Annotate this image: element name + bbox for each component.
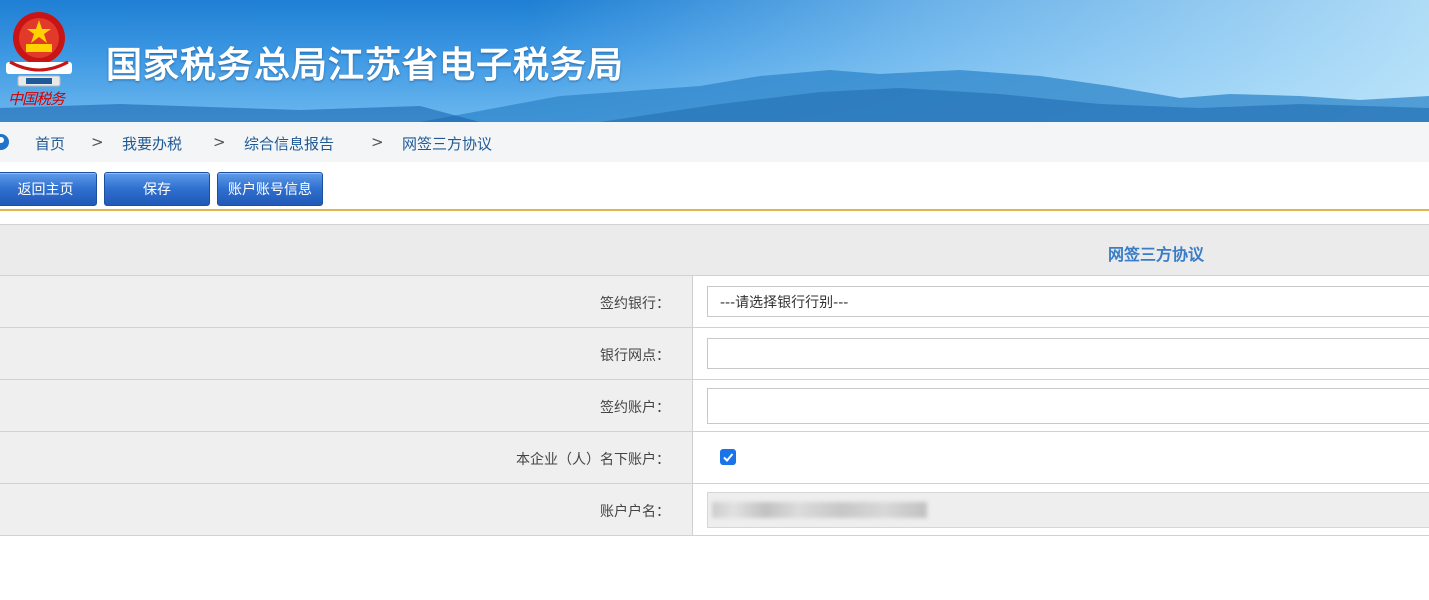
- breadcrumb-tax-tasks[interactable]: 我要办税: [122, 133, 182, 154]
- account-info-button[interactable]: 账户账号信息: [217, 172, 323, 206]
- home-location-icon: [0, 134, 9, 150]
- breadcrumb-separator: >: [371, 133, 384, 151]
- emblem-subtext: 中国税务: [8, 90, 65, 108]
- bank-select[interactable]: ---请选择银行行别---: [707, 286, 1429, 317]
- checkmark-icon: [723, 453, 734, 462]
- account-input[interactable]: [707, 388, 1429, 424]
- branch-input[interactable]: [707, 338, 1429, 369]
- label-cell: 本企业（人）名下账户：: [0, 432, 693, 483]
- return-home-button[interactable]: 返回主页: [0, 172, 97, 206]
- label-cell: 签约银行：: [0, 276, 693, 327]
- value-cell: [694, 380, 1429, 431]
- toolbar-divider: [0, 209, 1429, 211]
- branch-label: 银行网点：: [600, 348, 670, 364]
- save-button[interactable]: 保存: [104, 172, 210, 206]
- toolbar: 返回主页 保存 账户账号信息: [0, 162, 1429, 210]
- site-title: 国家税务总局江苏省电子税务局: [106, 45, 625, 86]
- form-title: 网签三方协议: [1108, 245, 1205, 264]
- breadcrumb: 首页 > 我要办税 > 综合信息报告 > 网签三方协议: [0, 122, 1429, 162]
- bank-label: 签约银行：: [600, 296, 670, 312]
- breadcrumb-home[interactable]: 首页: [35, 133, 65, 154]
- header-banner: 中国税务 国家税务总局江苏省电子税务局: [0, 0, 1429, 122]
- value-cell: [694, 484, 1429, 535]
- value-cell: [694, 328, 1429, 379]
- account-label: 签约账户：: [600, 400, 670, 416]
- redacted-account-name: [712, 502, 927, 518]
- breadcrumb-separator: >: [91, 133, 104, 151]
- label-cell: 银行网点：: [0, 328, 693, 379]
- form-header-row: 网签三方协议: [0, 224, 1429, 276]
- breadcrumb-info-report[interactable]: 综合信息报告: [244, 133, 334, 154]
- breadcrumb-current: 网签三方协议: [402, 135, 493, 153]
- own-account-checkbox[interactable]: [720, 449, 736, 465]
- account-name-label: 账户户名：: [600, 504, 670, 520]
- label-cell: 账户户名：: [0, 484, 693, 535]
- breadcrumb-separator: >: [213, 133, 226, 151]
- form-row-own-account: 本企业（人）名下账户：: [0, 432, 1429, 484]
- value-cell: [694, 432, 1429, 483]
- form-row-branch: 银行网点：: [0, 328, 1429, 380]
- own-account-label: 本企业（人）名下账户：: [516, 452, 670, 468]
- label-cell: 签约账户：: [0, 380, 693, 431]
- form-row-account-name: 账户户名：: [0, 484, 1429, 536]
- form-row-account: 签约账户：: [0, 380, 1429, 432]
- value-cell: ---请选择银行行别---: [694, 276, 1429, 327]
- form-row-bank: 签约银行： ---请选择银行行别---: [0, 276, 1429, 328]
